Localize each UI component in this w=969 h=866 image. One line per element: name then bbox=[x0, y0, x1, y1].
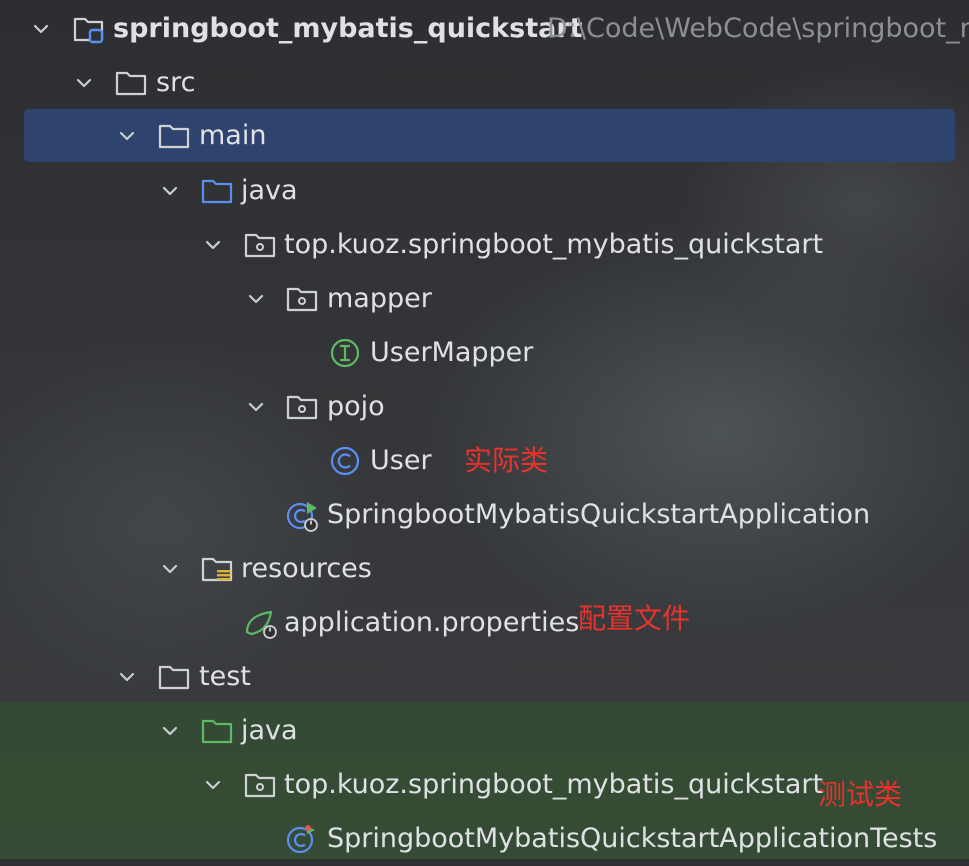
test-folder-icon bbox=[200, 714, 234, 748]
folder-icon bbox=[114, 66, 148, 100]
folder-icon bbox=[157, 660, 191, 694]
tree-row-resources[interactable]: resources bbox=[0, 542, 969, 596]
tree-row-application[interactable]: SpringbootMybatisQuickstartApplication bbox=[0, 488, 969, 542]
chevron-down-icon[interactable] bbox=[157, 718, 183, 744]
chevron-down-icon[interactable] bbox=[200, 772, 226, 798]
annotation-test-class: 测试类 bbox=[818, 778, 903, 811]
tree-row-test-java[interactable]: java bbox=[0, 704, 969, 758]
chevron-down-icon[interactable] bbox=[71, 70, 97, 96]
chevron-down-icon[interactable] bbox=[157, 178, 183, 204]
module-folder-icon bbox=[72, 12, 106, 46]
package-icon bbox=[285, 390, 319, 424]
annotation-config-file: 配置文件 bbox=[578, 602, 691, 635]
tree-row-test-package[interactable]: top.kuoz.springboot_mybatis_quickstart 测… bbox=[0, 758, 969, 812]
folder-label-test-java: java bbox=[241, 715, 298, 746]
tree-row-properties[interactable]: application.properties 配置文件 bbox=[0, 596, 969, 650]
folder-label-resources: resources bbox=[241, 553, 372, 584]
tree-row-user[interactable]: User 实际类 bbox=[0, 434, 969, 488]
project-name: springboot_mybatis_quickstart bbox=[113, 13, 583, 44]
file-label-user: User bbox=[370, 445, 432, 476]
package-icon bbox=[243, 228, 277, 262]
tree-row-project[interactable]: springboot_mybatis_quickstart D:\Code\We… bbox=[0, 2, 969, 56]
package-label: top.kuoz.springboot_mybatis_quickstart bbox=[284, 229, 824, 260]
package-icon bbox=[285, 282, 319, 316]
tree-row-user-mapper[interactable]: UserMapper bbox=[0, 326, 969, 380]
resources-folder-icon bbox=[200, 552, 234, 586]
file-label-application: SpringbootMybatisQuickstartApplication bbox=[327, 499, 871, 530]
folder-icon bbox=[157, 119, 191, 153]
folder-label-java: java bbox=[241, 175, 298, 206]
annotation-entity-class: 实际类 bbox=[464, 444, 549, 477]
folder-label-test: test bbox=[199, 661, 251, 692]
tree-row-main-java[interactable]: java bbox=[0, 164, 969, 218]
project-tree[interactable]: springboot_mybatis_quickstart D:\Code\We… bbox=[0, 0, 969, 859]
chevron-down-icon[interactable] bbox=[28, 16, 54, 42]
source-folder-icon bbox=[200, 174, 234, 208]
chevron-down-icon[interactable] bbox=[243, 286, 269, 312]
package-label-test: top.kuoz.springboot_mybatis_quickstart bbox=[284, 769, 824, 800]
tree-row-pojo[interactable]: pojo bbox=[0, 380, 969, 434]
spring-application-icon bbox=[285, 498, 319, 532]
chevron-down-icon[interactable] bbox=[114, 123, 140, 149]
tree-row-mapper[interactable]: mapper bbox=[0, 272, 969, 326]
interface-icon bbox=[328, 336, 362, 370]
package-label-pojo: pojo bbox=[327, 391, 385, 422]
folder-label-main: main bbox=[199, 120, 267, 151]
class-icon bbox=[328, 444, 362, 478]
package-icon bbox=[243, 768, 277, 802]
chevron-down-icon[interactable] bbox=[114, 664, 140, 690]
spring-properties-icon bbox=[243, 606, 277, 640]
test-class-icon bbox=[285, 822, 319, 856]
tree-row-main-package[interactable]: top.kuoz.springboot_mybatis_quickstart bbox=[0, 218, 969, 272]
package-label-mapper: mapper bbox=[327, 283, 432, 314]
chevron-down-icon[interactable] bbox=[243, 394, 269, 420]
tree-row-src[interactable]: src bbox=[0, 56, 969, 110]
tree-row-main[interactable]: main bbox=[0, 109, 969, 163]
file-label-user-mapper: UserMapper bbox=[370, 337, 534, 368]
file-label-test-class: SpringbootMybatisQuickstartApplicationTe… bbox=[327, 823, 938, 854]
chevron-down-icon[interactable] bbox=[157, 556, 183, 582]
file-label-properties: application.properties bbox=[284, 607, 580, 638]
chevron-down-icon[interactable] bbox=[200, 232, 226, 258]
project-path: D:\Code\WebCode\springboot_m bbox=[547, 13, 969, 44]
folder-label-src: src bbox=[156, 67, 196, 98]
tree-row-test-class[interactable]: SpringbootMybatisQuickstartApplicationTe… bbox=[0, 812, 969, 866]
tree-row-test[interactable]: test bbox=[0, 650, 969, 704]
